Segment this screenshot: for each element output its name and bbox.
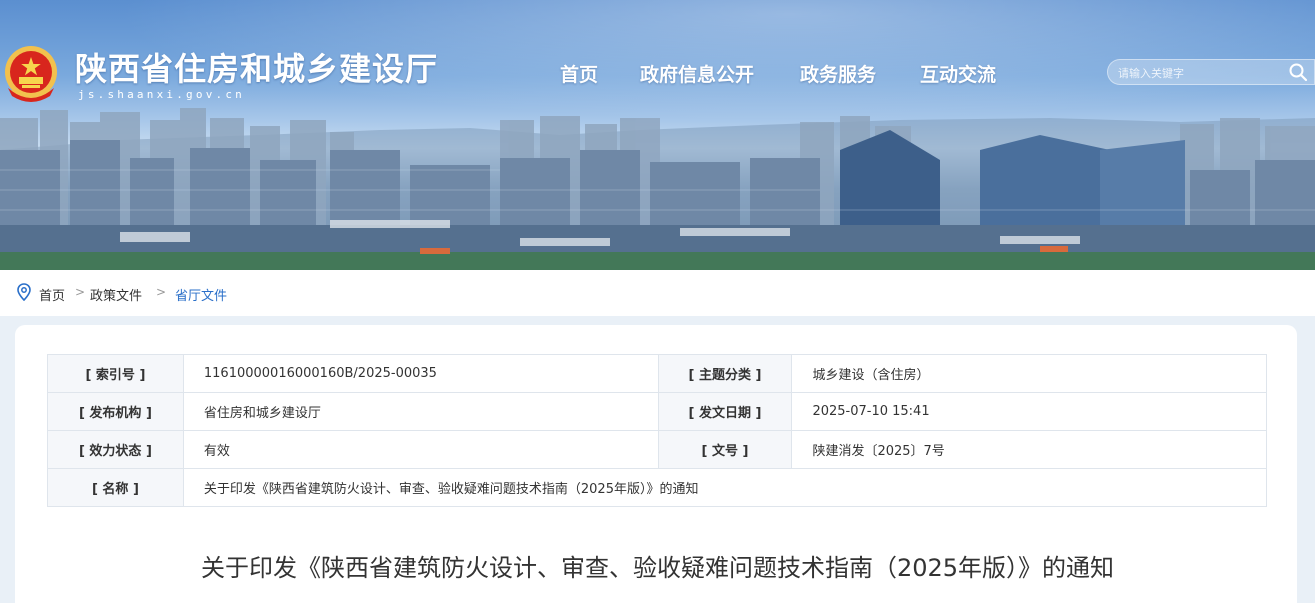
meta-label: [ 发文日期 ] [657, 392, 793, 431]
meta-label: [ 名称 ] [47, 468, 184, 507]
city-skyline-image [0, 108, 1315, 270]
table-row: [ 索引号 ] 11610000016000160B/2025-00035 [ … [47, 354, 1267, 393]
table-row: [ 名称 ] 关于印发《陕西省建筑防火设计、审查、验收疑难问题技术指南（2025… [47, 468, 1268, 507]
nav-item-services[interactable]: 政务服务 [800, 60, 876, 87]
nav-item-home[interactable]: 首页 [560, 60, 598, 87]
breadcrumb-item-home[interactable]: 首页 [39, 285, 65, 304]
meta-value-issuer: 省住房和城乡建设厅 [182, 392, 659, 431]
meta-label: [ 效力状态 ] [47, 430, 184, 469]
article-title: 关于印发《陕西省建筑防火设计、审查、验收疑难问题技术指南（2025年版）》的通知 [200, 554, 1115, 582]
document-meta-table: [ 索引号 ] 11610000016000160B/2025-00035 [ … [47, 354, 1268, 507]
meta-label: [ 主题分类 ] [657, 354, 793, 393]
meta-value-category: 城乡建设（含住房） [791, 354, 1267, 393]
location-pin-icon [17, 283, 31, 301]
meta-value-name: 关于印发《陕西省建筑防火设计、审查、验收疑难问题技术指南（2025年版）》的通知 [182, 468, 1268, 507]
meta-label: [ 索引号 ] [47, 354, 184, 393]
meta-value-index: 11610000016000160B/2025-00035 [182, 354, 659, 393]
search-input[interactable] [1118, 64, 1278, 82]
meta-value-doc-number: 陕建消发〔2025〕7号 [791, 430, 1267, 469]
table-row: [ 效力状态 ] 有效 [ 文号 ] 陕建消发〔2025〕7号 [47, 430, 1267, 469]
meta-label: [ 文号 ] [657, 430, 793, 469]
breadcrumb-item-current[interactable]: 省厅文件 [175, 285, 227, 304]
nav-item-interaction[interactable]: 互动交流 [920, 60, 996, 87]
table-row: [ 发布机构 ] 省住房和城乡建设厅 [ 发文日期 ] 2025-07-10 1… [47, 392, 1267, 431]
search-box [1107, 59, 1315, 85]
breadcrumb-item-policy-docs[interactable]: 政策文件 [90, 285, 142, 304]
meta-label: [ 发布机构 ] [47, 392, 184, 431]
meta-value-status: 有效 [182, 430, 659, 469]
search-icon[interactable] [1288, 62, 1308, 82]
breadcrumb-separator: > [156, 285, 167, 299]
header-banner: 陕西省住房和城乡建设厅 js.shaanxi.gov.cn 首页 政府信息公开 … [0, 0, 1315, 270]
breadcrumb-separator: > [75, 285, 86, 299]
nav-item-gov-info[interactable]: 政府信息公开 [640, 60, 754, 87]
meta-value-date: 2025-07-10 15:41 [791, 392, 1267, 431]
